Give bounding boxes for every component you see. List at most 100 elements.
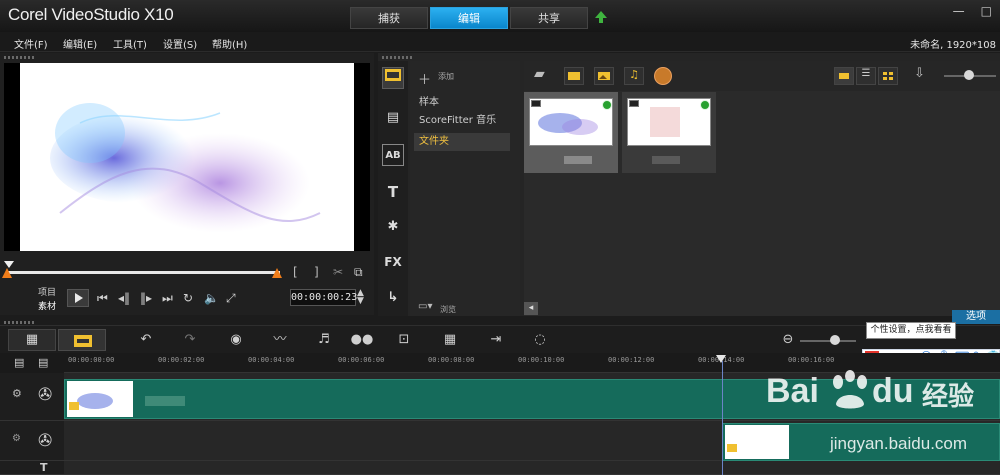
path-icon[interactable]: ↳: [382, 287, 404, 309]
track-toggle-icon[interactable]: ⚙: [12, 433, 21, 444]
library-grip[interactable]: [382, 56, 412, 59]
media-icon[interactable]: [382, 67, 404, 89]
storyboard-view-button[interactable]: ▦: [8, 329, 56, 351]
library-content: ▰ ♫ ☰ ⇩ ◂ 选项: [524, 61, 1000, 324]
previous-frame-icon[interactable]: ◂‖: [118, 291, 130, 305]
video-track-icon: ✇: [38, 385, 53, 405]
menu-settings[interactable]: 设置(S): [163, 36, 197, 51]
timeline-grip[interactable]: [4, 321, 34, 324]
menu-edit[interactable]: 编辑(E): [63, 36, 97, 51]
library-clip-1[interactable]: [524, 92, 618, 173]
nav-item-scorefitter[interactable]: ScoreFitter 音乐: [414, 112, 510, 130]
timecode-display[interactable]: 00:00:00:23: [290, 289, 357, 306]
tab-capture[interactable]: 捕获: [350, 7, 428, 29]
scrub-bar[interactable]: [8, 271, 280, 274]
folder-icon[interactable]: ▰: [534, 66, 545, 82]
browse-label[interactable]: 浏览: [440, 304, 456, 315]
baidu-watermark: Bai du 经验 jingyan.baidu.com: [756, 368, 1000, 475]
menu-file[interactable]: 文件(F): [14, 36, 48, 51]
mark-in-button[interactable]: [: [293, 265, 298, 279]
add-folder-icon[interactable]: ＋: [418, 69, 431, 88]
split-clip-icon[interactable]: ✂: [333, 265, 343, 279]
workspace-tabs: 捕获 编辑 共享: [350, 7, 588, 29]
zoom-out-icon[interactable]: ⊖: [776, 331, 800, 349]
track-manager-icon[interactable]: ▤: [14, 356, 24, 369]
library-clip-2[interactable]: [622, 92, 716, 173]
next-frame-icon[interactable]: ‖▸: [140, 291, 152, 305]
record-capture-icon[interactable]: ◉: [224, 331, 248, 349]
show-audio-button[interactable]: ♫: [624, 67, 644, 85]
import-media-icon[interactable]: [654, 67, 672, 85]
redo-icon[interactable]: ↷: [178, 331, 202, 349]
browse-icon[interactable]: ▭▾: [418, 301, 432, 312]
audio-badge-icon: [69, 402, 79, 410]
video-track-header: ⚙ ✇: [0, 373, 64, 421]
text-t-icon[interactable]: T: [382, 181, 404, 203]
watermark-url: jingyan.baidu.com: [830, 434, 968, 453]
audio-waveform-icon[interactable]: 〰: [268, 331, 292, 349]
storyboard-icon: ▦: [25, 332, 39, 347]
timecode-stepper-icon[interactable]: ▲ ▼: [357, 289, 364, 306]
nav-item-samples[interactable]: 样本: [414, 94, 510, 112]
list-view-button[interactable]: ☰: [856, 67, 876, 85]
watermark-suffix: 经验: [922, 381, 975, 411]
auto-music-icon[interactable]: ♬: [312, 331, 336, 349]
subtitle-editor-icon[interactable]: ⊡: [392, 331, 416, 349]
title-bar: Corel VideoStudio X10 捕获 编辑 共享 — □: [0, 0, 1000, 32]
panel-grip[interactable]: [4, 56, 34, 59]
clip-2-thumbnail: [627, 98, 711, 146]
title-ab-icon[interactable]: AB: [382, 144, 404, 166]
video-clip-thumbnail: [67, 381, 133, 417]
scroll-left-icon[interactable]: ◂: [524, 302, 538, 315]
home-icon[interactable]: ⏮: [97, 291, 108, 306]
play-button[interactable]: [67, 289, 89, 307]
undo-icon[interactable]: ↶: [134, 331, 158, 349]
watermark-brand: Bai: [766, 372, 819, 410]
playhead-icon[interactable]: [716, 355, 726, 365]
grid-view-button[interactable]: [878, 67, 898, 85]
fx-icon[interactable]: FX: [382, 251, 404, 273]
mode-project-label[interactable]: 项目: [38, 285, 56, 298]
show-photo-button[interactable]: [594, 67, 614, 85]
volume-icon[interactable]: 🔈: [204, 291, 219, 305]
ruler-label: 00:00:16:00: [788, 356, 835, 364]
track-settings-icon[interactable]: ⚙: [12, 387, 22, 400]
trim-in-handle-icon[interactable]: [2, 268, 12, 278]
mix-icon[interactable]: ●●: [350, 331, 374, 349]
menu-help[interactable]: 帮助(H): [212, 36, 247, 51]
mark-out-button[interactable]: ]: [314, 265, 319, 279]
multi-trim-icon[interactable]: ▦: [438, 331, 462, 349]
timeline-view-button[interactable]: [58, 329, 106, 351]
add-label[interactable]: 添加: [438, 71, 454, 82]
play-icon: [75, 293, 83, 303]
sort-icon[interactable]: ⇩: [914, 66, 925, 81]
graphics-icon[interactable]: ✱: [382, 216, 404, 238]
clip-2-name-redacted: [652, 156, 680, 164]
used-check-icon: [700, 100, 710, 110]
zoom-slider[interactable]: [800, 340, 856, 342]
maximize-icon[interactable]: □: [981, 4, 992, 18]
chapter-icon[interactable]: ▤: [38, 356, 48, 369]
options-button[interactable]: 选项: [952, 310, 1000, 324]
show-video-button[interactable]: [564, 67, 584, 85]
fullscreen-icon[interactable]: ⤢: [226, 291, 236, 306]
trim-out-handle-icon[interactable]: [272, 268, 282, 278]
nav-item-folder[interactable]: 文件夹: [414, 133, 510, 151]
preview-image: [20, 63, 354, 251]
video-type-icon: [629, 100, 639, 107]
thumbnail-size-knob[interactable]: [964, 70, 974, 80]
upload-arrow-icon[interactable]: [594, 10, 608, 24]
zoom-slider-knob[interactable]: [830, 335, 840, 345]
minimize-icon[interactable]: —: [953, 4, 965, 18]
path-motion-icon[interactable]: ◌: [528, 331, 552, 349]
end-icon[interactable]: ⏭: [162, 291, 173, 306]
motion-tracking-icon[interactable]: ⇥: [484, 331, 508, 349]
repeat-icon[interactable]: ↻: [183, 291, 193, 305]
enlarge-preview-icon[interactable]: ⧉: [354, 265, 363, 280]
mode-clip-label[interactable]: 素材: [38, 299, 56, 312]
thumbnail-view-button[interactable]: [834, 67, 854, 85]
menu-tools[interactable]: 工具(T): [113, 36, 147, 51]
transition-icon[interactable]: ▤: [382, 107, 404, 129]
tab-share[interactable]: 共享: [510, 7, 588, 29]
tab-edit[interactable]: 编辑: [430, 7, 508, 29]
